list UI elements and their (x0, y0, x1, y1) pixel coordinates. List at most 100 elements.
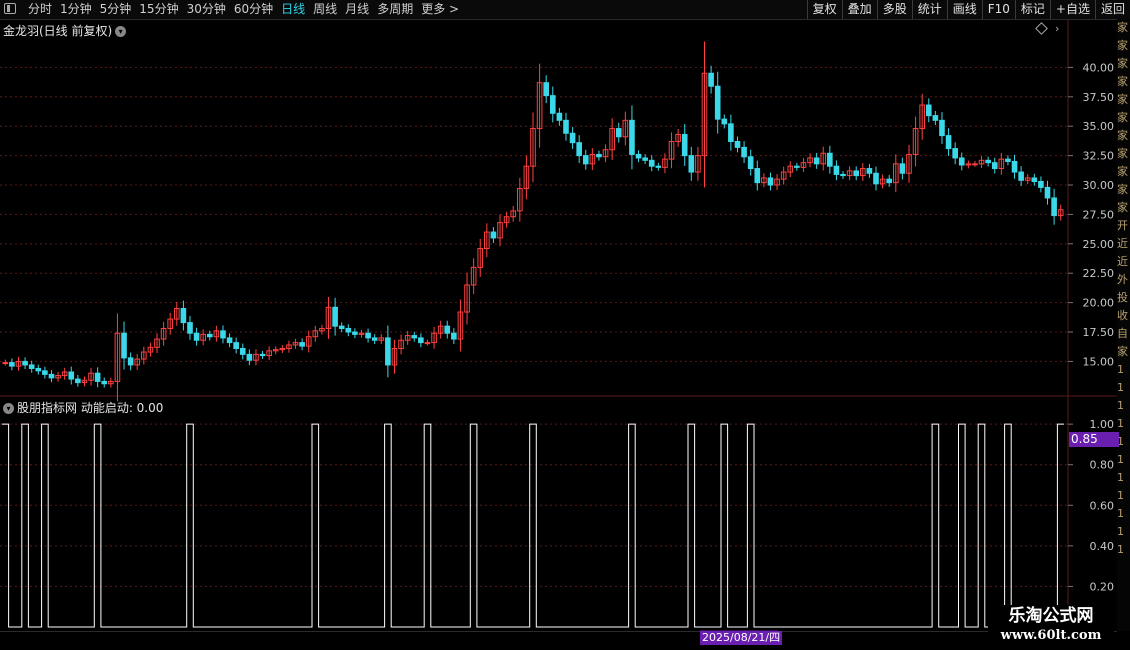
candle-body (840, 173, 846, 177)
candle-body (490, 231, 497, 239)
signal-line (2, 423, 1064, 628)
watermark-line1: 乐淘公式网 (1008, 606, 1094, 626)
candle-body (345, 327, 352, 333)
strip-glyph: 收 (1117, 309, 1128, 322)
strip-glyph: 1 (1117, 489, 1124, 502)
candle-body (642, 157, 648, 161)
candle-body (556, 112, 563, 121)
strip-glyph: 家 (1117, 201, 1128, 214)
candle-body (101, 380, 108, 385)
strip-glyph: 近 (1117, 255, 1128, 268)
candle-body (226, 337, 233, 344)
main-tick-label: 17.50 (1083, 326, 1115, 339)
candle-body (1011, 160, 1018, 173)
watermark-logo: 乐淘公式网 www.60lt.com (988, 605, 1114, 649)
date-marker: 2025/08/21/四 (700, 631, 783, 645)
main-tick-label: 32.50 (1083, 150, 1115, 163)
candle-body (714, 85, 721, 120)
candle-body (754, 168, 761, 184)
candle-body (206, 333, 213, 338)
candle-body (411, 335, 418, 339)
strip-glyph: 投 (1117, 291, 1128, 304)
strip-glyph: 家 (1117, 345, 1128, 358)
candle-body (127, 357, 134, 366)
candle-body (708, 72, 714, 87)
candle-body (767, 177, 774, 186)
candle-body (42, 370, 48, 375)
candle-body (1018, 171, 1024, 181)
candle-body (352, 331, 358, 335)
strip-glyph: 家 (1117, 93, 1128, 106)
strip-glyph: 自 (1117, 327, 1128, 340)
candle-body (721, 118, 728, 125)
main-tick-label: 20.00 (1083, 297, 1115, 310)
candle-body (121, 332, 127, 359)
candle-body (332, 306, 338, 327)
strip-glyph: 1 (1117, 453, 1124, 466)
candle-body (615, 128, 622, 138)
candle-body (9, 362, 15, 367)
candle-body (22, 360, 28, 366)
candle-body (180, 307, 187, 324)
candle-body (424, 342, 431, 345)
candle-body (886, 178, 893, 184)
chevron-down-icon[interactable]: ▾ (3, 403, 14, 414)
candle-body (418, 337, 424, 344)
strip-glyph: 1 (1117, 399, 1124, 412)
candle-body (932, 115, 939, 121)
right-info-strip: 家家家家家家家家家家家开近近外投收自家11111111111 (1117, 19, 1130, 631)
candle-body (187, 322, 193, 334)
candle-body (629, 119, 635, 155)
strip-glyph: 家 (1117, 75, 1128, 88)
strip-glyph: 1 (1117, 381, 1124, 394)
candle-body (569, 132, 576, 144)
strip-glyph: 开 (1117, 219, 1128, 232)
candle-body (220, 330, 226, 339)
strip-glyph: 1 (1117, 363, 1124, 376)
date-axis (0, 631, 1117, 646)
candle-body (1038, 180, 1044, 188)
candle-body (655, 165, 662, 168)
indicator-tick-label: 0.80 (1090, 459, 1115, 472)
candle-body (68, 371, 75, 380)
indicator-tick-label: 0.20 (1090, 580, 1115, 593)
main-tick-label: 35.00 (1083, 120, 1115, 133)
candle-body (2, 362, 9, 365)
strip-glyph: 外 (1117, 273, 1128, 286)
candle-body (1051, 197, 1057, 217)
candle-body (827, 152, 833, 167)
candle-body (945, 135, 952, 150)
indicator-tick-label: 0.60 (1090, 499, 1115, 512)
main-tick-label: 25.00 (1083, 238, 1115, 251)
candle-body (873, 172, 879, 185)
candle-body (576, 142, 582, 157)
indicator-value-tag: 0.85 (1069, 432, 1119, 447)
candle-body (444, 325, 451, 334)
candle-body (549, 95, 556, 114)
candle-body (939, 119, 945, 137)
candle-body (28, 364, 35, 369)
strip-glyph: 家 (1117, 165, 1128, 178)
indicator-tick-label: 0.40 (1090, 540, 1115, 553)
candle-body (833, 165, 840, 175)
strip-glyph: 1 (1117, 471, 1124, 484)
candle-body (899, 163, 906, 174)
candle-body (48, 373, 55, 379)
candle-body (991, 162, 998, 170)
candle-body (582, 155, 589, 165)
chart-area[interactable]: 15.00 17.50 20.00 22.50 25.00 27.50 30.00 32.50… (0, 0, 1130, 650)
candle-body (246, 353, 253, 361)
strip-glyph: 家 (1117, 183, 1128, 196)
candle-body (741, 146, 747, 158)
candle-body (365, 332, 371, 339)
main-tick-label: 37.50 (1083, 91, 1115, 104)
candle-body (972, 163, 978, 166)
main-tick-label: 40.00 (1083, 61, 1115, 74)
strip-glyph: 家 (1117, 57, 1128, 70)
indicator-title: ▾ 股朋指标网 动能启动: 0.00 (3, 399, 163, 416)
strip-glyph: 家 (1117, 21, 1128, 34)
candle-body (1031, 177, 1038, 182)
candle-body (958, 157, 965, 166)
candle-body (385, 337, 391, 366)
candle-body (75, 378, 81, 384)
